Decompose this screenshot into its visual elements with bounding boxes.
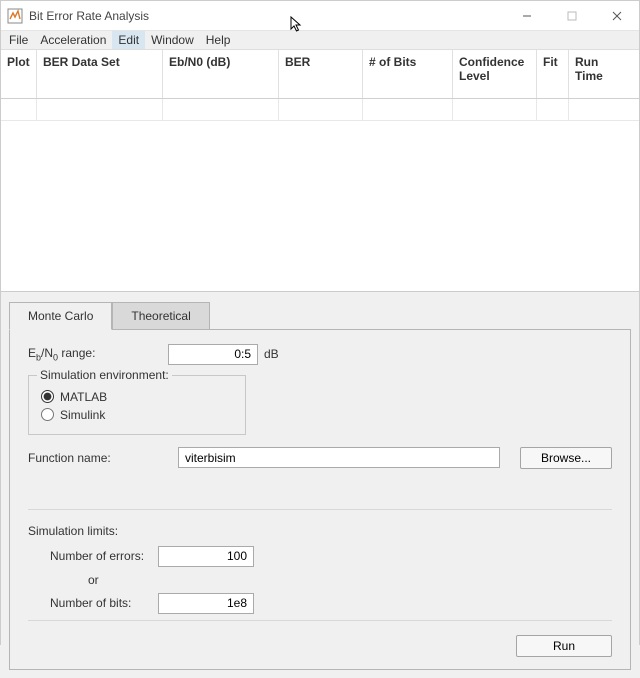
close-button[interactable] <box>594 1 639 31</box>
table-cell <box>537 99 569 120</box>
table-cell <box>163 99 279 120</box>
sim-env-groupbox: Simulation environment: MATLAB Simulink <box>28 375 246 435</box>
col-header[interactable]: Fit <box>537 50 569 98</box>
table-cell <box>279 99 363 120</box>
tab-monte-carlo[interactable]: Monte Carlo <box>9 302 112 330</box>
menu-help[interactable]: Help <box>200 31 237 49</box>
or-label: or <box>28 573 612 587</box>
maximize-button[interactable] <box>549 1 594 31</box>
table-cell <box>37 99 163 120</box>
minimize-button[interactable] <box>504 1 549 31</box>
table-cell <box>1 99 37 120</box>
function-name-input[interactable] <box>178 447 500 468</box>
ebn0-unit: dB <box>264 347 279 361</box>
menu-edit[interactable]: Edit <box>112 31 145 49</box>
menu-file[interactable]: File <box>3 31 34 49</box>
tabs: Monte Carlo Theoretical <box>9 302 631 329</box>
col-header[interactable]: Eb/N0 (dB) <box>163 50 279 98</box>
col-header[interactable]: BER <box>279 50 363 98</box>
window-controls <box>504 1 639 31</box>
window-title: Bit Error Rate Analysis <box>29 9 149 23</box>
browse-button[interactable]: Browse... <box>520 447 612 469</box>
col-header[interactable]: # of Bits <box>363 50 453 98</box>
col-header[interactable]: Run Time <box>569 50 635 98</box>
radio-matlab-label: MATLAB <box>60 390 107 404</box>
radio-matlab[interactable] <box>41 390 54 403</box>
table-cell <box>569 99 635 120</box>
titlebar: Bit Error Rate Analysis <box>1 1 639 31</box>
tab-theoretical[interactable]: Theoretical <box>112 302 209 329</box>
function-name-label: Function name: <box>28 451 178 465</box>
menubar: File Acceleration Edit Window Help <box>1 31 639 50</box>
col-header[interactable]: Plot <box>1 50 37 98</box>
ebn0-range-label: Eb/N0 range: <box>28 346 138 362</box>
sim-env-legend: Simulation environment: <box>37 368 172 382</box>
num-errors-input[interactable] <box>158 546 254 567</box>
num-errors-label: Number of errors: <box>50 549 158 563</box>
num-bits-label: Number of bits: <box>50 596 158 610</box>
menu-window[interactable]: Window <box>145 31 200 49</box>
radio-simulink-label: Simulink <box>60 408 105 422</box>
app-icon <box>7 8 23 24</box>
results-table: PlotBER Data SetEb/N0 (dB)BER# of BitsCo… <box>1 50 639 292</box>
run-button[interactable]: Run <box>516 635 612 657</box>
menu-acceleration[interactable]: Acceleration <box>34 31 112 49</box>
radio-simulink[interactable] <box>41 408 54 421</box>
table-cell <box>453 99 537 120</box>
table-cell <box>363 99 453 120</box>
col-header[interactable]: Confidence Level <box>453 50 537 98</box>
tab-panel-monte-carlo: Eb/N0 range: dB Simulation environment: … <box>9 329 631 670</box>
sim-limits-label: Simulation limits: <box>28 524 612 538</box>
col-header[interactable]: BER Data Set <box>37 50 163 98</box>
ebn0-range-input[interactable] <box>168 344 258 365</box>
num-bits-input[interactable] <box>158 593 254 614</box>
